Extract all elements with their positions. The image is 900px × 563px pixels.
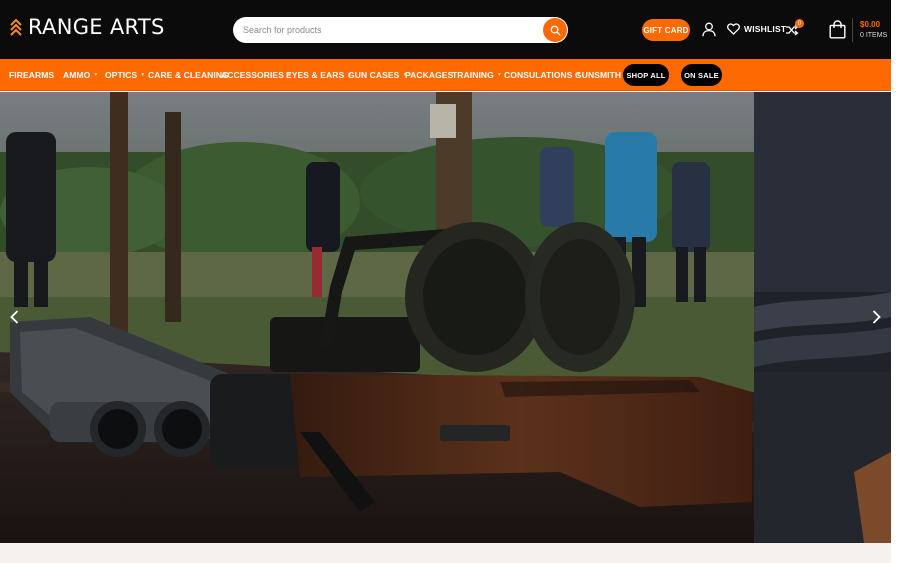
nav-item-label: OPTICS [105, 70, 138, 80]
nav-item-label: EYES & EARS [286, 70, 345, 80]
shop-all-button[interactable]: SHOP ALL [623, 64, 669, 86]
compare-button[interactable]: 0 [785, 19, 804, 37]
nav-item-packages[interactable]: PACKAGES [405, 59, 453, 91]
chevron-down-icon: ▼ [93, 72, 99, 78]
gift-card-button[interactable]: GIFT CARD [642, 19, 690, 41]
chevron-right-icon [872, 310, 881, 324]
cart-summary[interactable]: $0.00 0 ITEMS [860, 19, 887, 41]
chevron-down-icon: ▼ [496, 72, 502, 78]
nav-item-label: AMMO [63, 70, 91, 80]
nav-item-label: GUNSMITH [575, 70, 622, 80]
cart-total: $0.00 [860, 20, 881, 29]
search-icon [550, 25, 561, 36]
search-bar [233, 17, 568, 43]
wishlist-label: WISHLIST [744, 24, 787, 34]
account-button[interactable] [702, 22, 716, 37]
hero-slide-image [0, 92, 754, 543]
user-icon [702, 22, 716, 37]
nav-item-care-cleaning[interactable]: CARE & CLEANING [148, 59, 229, 91]
logo-chevrons-icon [10, 18, 22, 36]
page-gutter [891, 0, 900, 563]
nav-item-label: ACCESSORIES [221, 70, 284, 80]
nav-item-training[interactable]: TRAINING ▼ [452, 59, 502, 91]
brand-name: RANGE ARTS [28, 15, 165, 39]
nav-item-label: CONSULATIONS [504, 70, 573, 80]
slider-next-button[interactable] [868, 307, 884, 327]
nav-item-consulations[interactable]: CONSULATIONS ▼ [504, 59, 581, 91]
search-button[interactable] [543, 18, 567, 42]
wishlist-button[interactable]: WISHLIST [727, 23, 786, 35]
nav-item-gunsmith[interactable]: GUNSMITH [575, 59, 621, 91]
nav-item-gun-cases[interactable]: GUN CASES ▼ [348, 59, 408, 91]
nav-item-firearms[interactable]: FIREARMS [9, 59, 54, 91]
nav-item-eyes-ears[interactable]: EYES & EARS ▼ [286, 59, 352, 91]
cart-item-count: 0 ITEMS [860, 32, 888, 39]
cart-divider [852, 18, 853, 42]
nav-item-label: GUN CASES [348, 70, 400, 80]
nav-item-label: PACKAGES [405, 70, 454, 80]
nav-item-label: TRAINING [452, 70, 494, 80]
chevron-down-icon: ▼ [140, 72, 146, 78]
nav-item-optics[interactable]: OPTICS ▼ [105, 59, 145, 91]
chevron-left-icon [9, 310, 18, 324]
nav-item-label: CARE & CLEANING [148, 70, 229, 80]
nav-item-label: FIREARMS [9, 70, 55, 80]
site-header: RANGE ARTS GIFT CARD WISHLIST 0 [0, 0, 891, 59]
heart-icon [727, 23, 740, 35]
nav-item-accessories[interactable]: ACCESSORIES ▼ [221, 59, 292, 91]
section-background-strip [0, 543, 891, 563]
main-navigation: FIREARMS AMMO ▼ OPTICS ▼ CARE & CLEANING A… [0, 59, 891, 91]
site-logo[interactable]: RANGE ARTS [10, 15, 165, 39]
search-input[interactable] [233, 17, 533, 43]
nav-item-ammo[interactable]: AMMO ▼ [63, 59, 98, 91]
slider-prev-button[interactable] [6, 307, 22, 327]
shopping-bag-icon [829, 20, 846, 39]
compare-count-badge: 0 [795, 19, 804, 28]
hero-slider [0, 92, 891, 543]
on-sale-button[interactable]: ON SALE [681, 64, 722, 86]
cart-button[interactable] [829, 20, 846, 39]
